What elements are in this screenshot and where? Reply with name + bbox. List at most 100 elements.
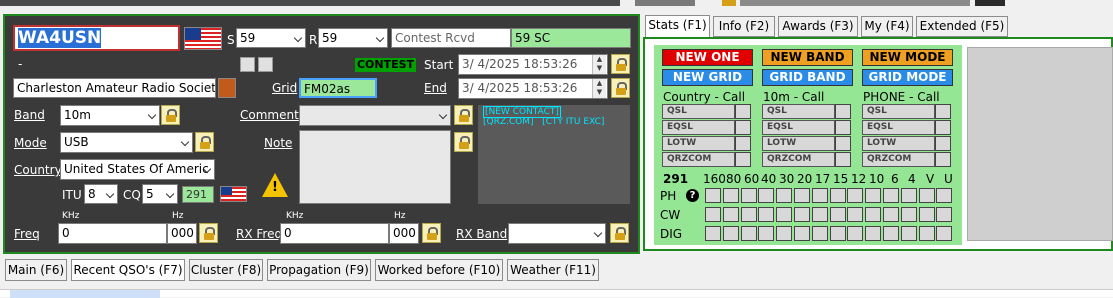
band-label: U (944, 172, 953, 186)
band-mode-cell (794, 207, 810, 222)
freq-khz-input[interactable]: 0 (58, 223, 167, 244)
new-one-button[interactable]: NEW ONE (662, 49, 753, 66)
grid-input[interactable]: FM02as (299, 78, 377, 98)
stats-image-area (967, 47, 1113, 241)
qrz-lookup-icon[interactable] (218, 78, 236, 98)
cty-itu-exc-link[interactable]: [CTY ITU EXC] (542, 117, 604, 127)
rxband-lock-icon[interactable] (610, 223, 629, 243)
start-datetime-input[interactable]: 3/ 4/2025 18:53:26 (458, 54, 608, 75)
mode-select[interactable]: USB (60, 132, 193, 153)
band-mode-cell (900, 188, 917, 203)
band-mode-cell (811, 188, 828, 203)
s-report-select[interactable]: 59 (236, 28, 306, 48)
tab-main[interactable]: Main (F6) (5, 259, 67, 281)
rx-khz-label: KHz (286, 211, 304, 221)
rxfreq-khz-input[interactable]: 0 (280, 223, 389, 244)
checkbox[interactable] (258, 57, 273, 72)
band-mode-cell (705, 207, 721, 222)
tab-stats[interactable]: Stats (F1) (645, 15, 710, 38)
start-spinner[interactable]: ▲ ▼ (592, 55, 606, 74)
mode-lock-icon[interactable] (195, 132, 214, 152)
new-mode-button[interactable]: NEW MODE (862, 49, 953, 66)
mode-label-text: Mode (14, 136, 47, 150)
tab-recent-qsos[interactable]: Recent QSO's (F7) (71, 259, 185, 281)
r-report-select[interactable]: 59 (318, 28, 388, 48)
band-select[interactable]: 10m (60, 105, 160, 126)
freq-hz-input[interactable]: 000 (167, 223, 197, 244)
help-icon[interactable]: ? (686, 189, 699, 202)
rxband-select[interactable] (508, 223, 606, 244)
qrz-link[interactable]: [QRZ.COM] (483, 117, 534, 127)
band-mode-cell (722, 188, 739, 203)
band-mode-cell (865, 188, 882, 203)
tab-awards[interactable]: Awards (F3) (778, 16, 858, 37)
new-band-button[interactable]: NEW BAND (762, 49, 853, 66)
band-mode-cell (883, 188, 899, 203)
grid-label: Grid (272, 81, 297, 95)
start-label: Start (424, 58, 454, 72)
mode-cw-label: CW (660, 208, 681, 222)
band-mode-cell (811, 207, 828, 222)
band-mode-cell (758, 188, 775, 203)
contest-badge: CONTEST (355, 58, 416, 72)
service-status-cell (735, 136, 751, 151)
band-mode-cell (776, 226, 793, 241)
itu-select[interactable]: 8 (84, 184, 118, 204)
service-0-col-1: QSL (762, 104, 835, 119)
service-status-cell (935, 104, 951, 119)
band-mode-cell (776, 188, 793, 203)
band-label: V (926, 172, 935, 186)
tab-my[interactable]: My (F4) (861, 16, 913, 37)
band-mode-cell (722, 207, 739, 222)
rxfreq-hz-input[interactable]: 000 (389, 223, 419, 244)
tab-info[interactable]: Info (F2) (713, 16, 775, 37)
start-lock-icon[interactable] (611, 54, 630, 74)
service-2-col-1: LOTW (762, 136, 835, 151)
country-label-text: Country (14, 163, 62, 177)
band-mode-cell (740, 207, 757, 222)
comment-select[interactable] (299, 105, 451, 126)
band-label: 160 (703, 172, 726, 186)
service-status-cell (835, 152, 851, 167)
band-mode-cell (758, 226, 775, 241)
country-select[interactable]: United States Of Americ (60, 159, 215, 180)
freq-lock-icon[interactable] (199, 223, 218, 243)
end-lock-icon[interactable] (611, 78, 630, 98)
callsign-input[interactable]: WA4USN (13, 25, 180, 51)
band-label: 12 (851, 172, 867, 186)
top-strip (0, 0, 1113, 6)
band-mode-cell (847, 226, 864, 241)
tab-propagation[interactable]: Propagation (F9) (267, 259, 371, 281)
tab-weather[interactable]: Weather (F11) (507, 259, 599, 281)
end-datetime-input[interactable]: 3/ 4/2025 18:53:26 (458, 78, 608, 99)
tab-worked-before[interactable]: Worked before (F10) (375, 259, 503, 281)
name-input[interactable]: Charleston Amateur Radio Society Ir (13, 78, 216, 98)
callsign-text: WA4USN (18, 28, 102, 48)
recent-qsos-grid-header (0, 289, 1113, 298)
note-textarea[interactable] (299, 130, 451, 204)
band-label-text: Band (14, 108, 45, 122)
service-status-cell (835, 136, 851, 151)
comment-lock-icon[interactable] (454, 105, 473, 125)
band-mode-cell (918, 226, 935, 241)
freq-label: Freq (14, 227, 40, 241)
rxfreq-lock-icon[interactable] (422, 223, 441, 243)
contest-rcvd-input[interactable]: 59 SC (511, 28, 631, 48)
cq-select[interactable]: 5 (142, 184, 178, 204)
dxcc-value: 291 (182, 186, 214, 203)
end-label: End (424, 81, 447, 95)
band-mode-cell (794, 188, 810, 203)
band-lock-icon[interactable] (161, 105, 180, 125)
checkbox[interactable] (240, 57, 255, 72)
mode-ph-label: PH (660, 189, 677, 203)
service-2-col-0: LOTW (662, 136, 735, 151)
new-grid-button[interactable]: NEW GRID (662, 69, 753, 86)
note-lock-icon[interactable] (454, 132, 473, 152)
grid-mode-button[interactable]: GRID MODE (862, 69, 953, 86)
country-label: Country (14, 163, 62, 177)
tab-cluster[interactable]: Cluster (F8) (189, 259, 263, 281)
end-spinner[interactable]: ▲ ▼ (592, 79, 606, 98)
grid-band-button[interactable]: GRID BAND (762, 69, 853, 86)
tab-extended[interactable]: Extended (F5) (916, 16, 1008, 37)
service-status-cell (735, 104, 751, 119)
